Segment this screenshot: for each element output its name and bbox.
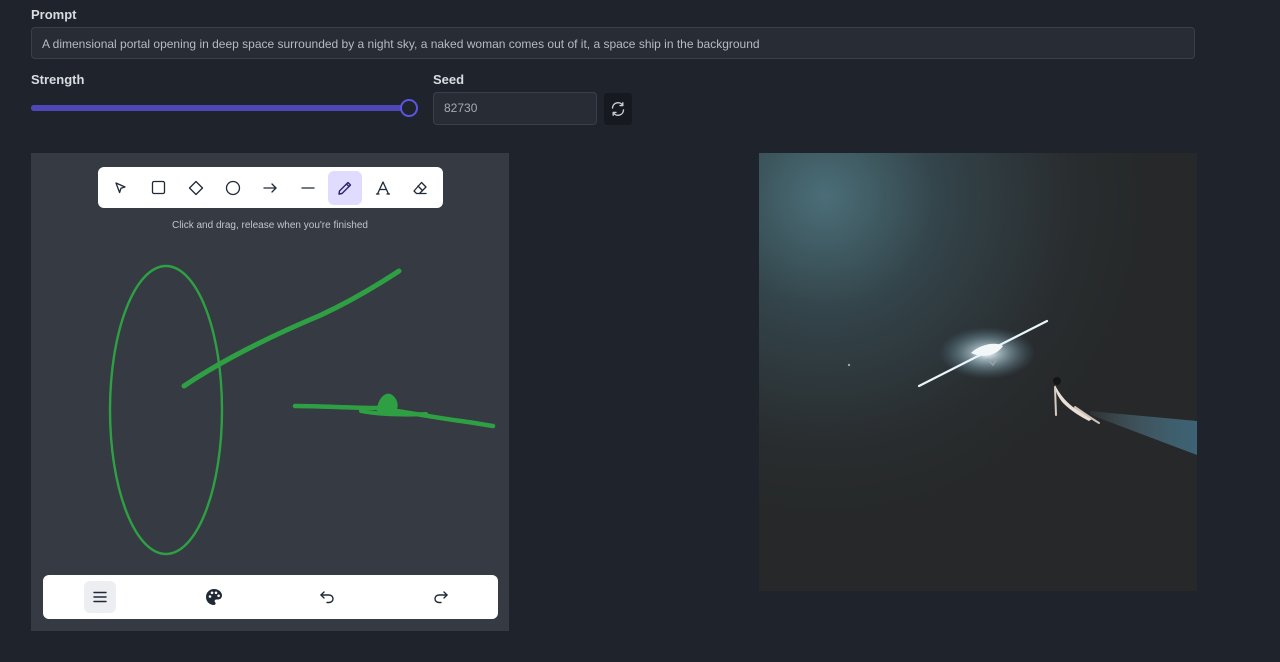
strength-slider[interactable]	[31, 99, 418, 117]
strength-slider-thumb[interactable]	[400, 99, 418, 117]
seed-label: Seed	[433, 72, 465, 87]
randomize-seed-button[interactable]	[604, 93, 632, 125]
undo-icon	[320, 591, 335, 604]
strength-label: Strength	[31, 72, 85, 87]
refresh-icon	[611, 102, 625, 116]
sketch-ellipse-stroke	[108, 264, 224, 556]
menu-button[interactable]	[83, 581, 116, 613]
redo-icon	[434, 591, 448, 604]
seed-input[interactable]: 82730	[433, 92, 597, 125]
generated-image-art	[759, 153, 1197, 591]
sketch-blob-stroke	[376, 393, 398, 416]
menu-icon	[93, 591, 107, 603]
redo-button[interactable]	[425, 581, 457, 613]
canvas-bottom-bar	[43, 575, 498, 619]
generated-image	[759, 153, 1197, 591]
sketch-canvas[interactable]: Click and drag, release when you're fini…	[31, 153, 509, 631]
sketch-strokes	[108, 264, 496, 556]
palette-icon	[205, 589, 222, 605]
prompt-input[interactable]: A dimensional portal opening in deep spa…	[31, 27, 1195, 59]
sketch-diagonal-stroke	[181, 268, 402, 389]
strength-slider-fill	[31, 105, 409, 111]
color-palette-button[interactable]	[198, 581, 230, 613]
prompt-label: Prompt	[31, 7, 77, 22]
undo-button[interactable]	[311, 581, 343, 613]
